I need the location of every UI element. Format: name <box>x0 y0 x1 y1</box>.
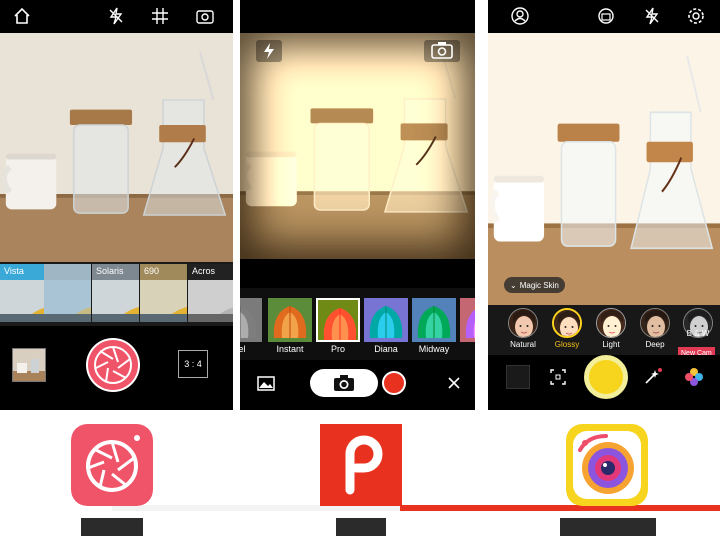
filter-label: Midway <box>418 344 450 354</box>
flash-icon[interactable] <box>256 40 282 62</box>
filter-strip[interactable]: el Instant Pro Diana Midway <box>240 288 475 360</box>
shutter-button[interactable] <box>584 355 628 399</box>
top-bar <box>0 0 233 33</box>
bottom-controls: 3 : 4 <box>0 326 233 410</box>
shutter-button[interactable] <box>86 338 140 392</box>
filter-thumb[interactable]: Solaris <box>92 264 139 322</box>
camera-viewfinder[interactable] <box>0 33 233 263</box>
skin-mode-label: B & W <box>686 329 710 338</box>
thumb-ground <box>0 314 47 322</box>
app-name-label <box>560 518 656 536</box>
pomelo-phone-screen: Vista Solaris 690 Acros 3: 4 <box>0 0 233 410</box>
filter-label: Solaris <box>92 264 139 280</box>
magic-skin-toggle[interactable]: ⌄ Magic Skin <box>504 277 565 293</box>
divider-line <box>400 505 720 511</box>
filter-label: Vista <box>0 264 47 280</box>
effects-petals-icon[interactable] <box>684 367 704 387</box>
record-button[interactable] <box>382 371 406 395</box>
aperture-icon <box>88 340 138 390</box>
filter-strip[interactable]: Vista Solaris 690 Acros <box>0 262 233 326</box>
skin-mode-label: Light <box>602 340 620 349</box>
magic-wand-icon[interactable] <box>642 367 662 387</box>
thumb-ground <box>188 314 233 322</box>
skin-mode-deep[interactable] <box>640 308 670 338</box>
thumb-ground <box>44 314 91 322</box>
top-bar <box>488 0 720 33</box>
camera-icon <box>334 375 354 391</box>
camera360-logo <box>566 424 648 506</box>
settings-camera-icon[interactable] <box>596 6 616 26</box>
app-name-label <box>81 518 143 536</box>
filter-thumb-selected[interactable] <box>316 298 360 342</box>
magic-skin-label: Magic Skin <box>519 280 559 290</box>
shutter-button[interactable] <box>310 369 378 397</box>
thumb-ground <box>140 314 187 322</box>
grid-icon[interactable] <box>150 6 170 26</box>
switch-camera-icon[interactable] <box>195 6 215 26</box>
picsart-phone-screen: el Instant Pro Diana Midway <box>240 0 475 410</box>
camera-viewfinder[interactable] <box>240 33 475 259</box>
skin-mode-glossy[interactable] <box>552 308 582 338</box>
filter-thumb[interactable]: Vista <box>0 264 47 322</box>
filter-thumb[interactable] <box>268 298 312 342</box>
flash-off-icon[interactable] <box>106 6 126 26</box>
filter-thumb[interactable]: Acros <box>188 264 233 322</box>
profile-icon[interactable] <box>510 6 530 26</box>
skin-mode-label: Glossy <box>554 340 580 349</box>
close-icon[interactable] <box>444 373 464 393</box>
filter-thumb[interactable]: 690 <box>140 264 187 322</box>
gallery-icon[interactable] <box>256 373 276 393</box>
pomelo-logo <box>71 424 153 506</box>
thumb-ground <box>92 314 139 322</box>
gear-icon[interactable] <box>686 6 706 26</box>
filter-label <box>44 264 91 280</box>
filter-label: Acros <box>188 264 233 280</box>
filter-thumb[interactable] <box>240 298 262 342</box>
camera-viewfinder[interactable] <box>488 33 720 305</box>
crop-frame-icon[interactable] <box>548 367 568 387</box>
skin-mode-label: Natural <box>510 340 536 349</box>
gallery-thumbnail[interactable] <box>12 348 46 382</box>
viewfinder-scene <box>0 33 233 263</box>
filter-label: 690 <box>140 264 187 280</box>
picsart-logo <box>320 424 402 506</box>
filter-thumb[interactable] <box>460 298 475 342</box>
filter-thumb[interactable] <box>44 264 91 322</box>
skin-mode-label: Deep <box>645 340 665 349</box>
camera360-phone-screen: ⌄ Magic Skin Natural Glossy Light Deep B… <box>488 0 720 410</box>
flash-off-icon[interactable] <box>642 6 662 26</box>
aspect-ratio-button[interactable]: 3 : 4 <box>178 350 208 378</box>
app-name-label <box>336 518 386 536</box>
skin-mode-light[interactable] <box>596 308 626 338</box>
filter-thumb[interactable] <box>364 298 408 342</box>
chevron-down-icon: ⌄ <box>510 280 517 290</box>
gallery-thumbnail[interactable] <box>506 365 530 389</box>
home-icon[interactable] <box>12 6 32 26</box>
skin-mode-natural[interactable] <box>508 308 538 338</box>
viewfinder-scene <box>488 33 720 305</box>
bottom-controls <box>488 355 720 410</box>
filter-thumb[interactable] <box>412 298 456 342</box>
vignette-overlay <box>240 33 475 259</box>
switch-camera-icon[interactable] <box>424 40 460 62</box>
bottom-controls <box>240 360 475 410</box>
